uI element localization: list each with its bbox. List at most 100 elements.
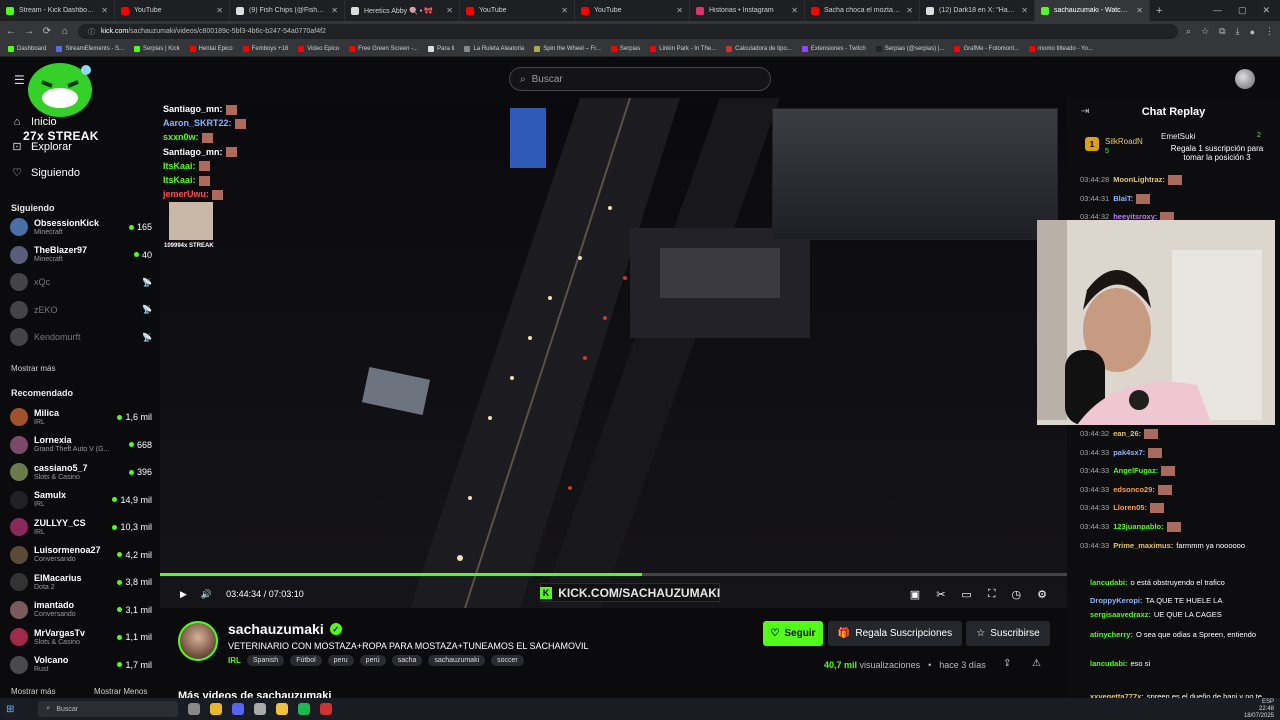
downloads-icon[interactable]: ⤓ bbox=[1236, 26, 1240, 37]
follow-button[interactable]: ♡ Seguir bbox=[763, 621, 823, 646]
bookmark-item[interactable]: momo tilteado - Yo... bbox=[1029, 46, 1093, 52]
bookmark-item[interactable]: Calculadora de tipo... bbox=[726, 46, 792, 52]
browser-tab[interactable]: Heretics Abby 🍭 • 🎀 ✕ bbox=[345, 0, 460, 21]
browser-tab[interactable]: (12) Dark18 en X: "Hace 6 días ✕ bbox=[920, 0, 1035, 21]
browser-tab[interactable]: Historias • Instagram ✕ bbox=[690, 0, 805, 21]
chat-username[interactable]: AngelFugaz: bbox=[1113, 466, 1158, 475]
tab-close-icon[interactable]: ✕ bbox=[101, 6, 108, 15]
chat-username[interactable]: BlaiT: bbox=[1113, 194, 1133, 203]
chat-username[interactable]: Lloren05: bbox=[1113, 503, 1147, 512]
theater-icon[interactable]: ▭ bbox=[961, 588, 971, 601]
bookmark-item[interactable]: GrafMe - Fotomont... bbox=[954, 46, 1019, 52]
browser-tab[interactable]: sachauzumaki - Watch the V ✕ bbox=[1035, 0, 1150, 21]
chrome-icon[interactable] bbox=[210, 703, 223, 715]
recommended-channel[interactable]: Volcano Rust 1,7 mil bbox=[10, 652, 152, 678]
site-info-icon[interactable]: ⓘ bbox=[88, 27, 95, 37]
bookmark-item[interactable]: La Ruleta Aleatoria bbox=[464, 46, 524, 52]
tag-chip[interactable]: Spanish bbox=[246, 655, 285, 666]
tab-close-icon[interactable]: ✕ bbox=[1136, 6, 1143, 15]
tab-close-icon[interactable]: ✕ bbox=[446, 6, 453, 15]
fullscreen-icon[interactable]: ⛶ bbox=[988, 588, 996, 601]
maximize-icon[interactable]: ▢ bbox=[1238, 5, 1247, 16]
recommended-channel[interactable]: Samulx IRL 14,9 mil bbox=[10, 487, 152, 513]
tab-close-icon[interactable]: ✕ bbox=[331, 6, 338, 15]
tab-close-icon[interactable]: ✕ bbox=[676, 6, 683, 15]
chat-username[interactable]: ean_26: bbox=[1113, 429, 1141, 438]
home-icon[interactable]: ⌂ bbox=[60, 26, 70, 37]
recommended-channel[interactable]: MrVargasTv Slots & Casino 1,1 mil bbox=[10, 624, 152, 650]
clip-icon[interactable]: ✂ bbox=[936, 588, 945, 601]
collapse-chat-icon[interactable]: ⇥ bbox=[1081, 106, 1089, 117]
bookmark-item[interactable]: Serpias | Kick bbox=[134, 46, 180, 52]
bookmark-item[interactable]: Video Epico bbox=[298, 46, 339, 52]
recommended-show-more[interactable]: Mostrar más bbox=[11, 687, 55, 696]
bookmark-item[interactable]: Hentai Epico bbox=[189, 46, 233, 52]
chat-username[interactable]: 123juanpablo: bbox=[1113, 522, 1163, 531]
browser-tab[interactable]: (9) Fish Chips (@FishChips ✕ bbox=[230, 0, 345, 21]
file-explorer-icon[interactable] bbox=[276, 703, 289, 715]
bookmark-item[interactable]: Para ti bbox=[428, 46, 454, 52]
report-icon[interactable]: ⚠ bbox=[1032, 658, 1041, 669]
app-icon[interactable] bbox=[254, 703, 267, 715]
bookmark-item[interactable]: Femboys +18 bbox=[242, 46, 288, 52]
chat-username[interactable]: atinycherry: bbox=[1090, 630, 1133, 639]
browser-tab[interactable]: YouTube ✕ bbox=[575, 0, 690, 21]
tag-chip[interactable]: peru bbox=[327, 655, 354, 666]
language-indicator[interactable]: ESP bbox=[1262, 699, 1274, 705]
video-player[interactable]: Santiago_mn: Aaron_SKRT22: sxxn0w: Santiago… bbox=[160, 98, 1067, 608]
category-link[interactable]: IRL bbox=[228, 656, 241, 665]
tag-chip[interactable]: sacha bbox=[391, 655, 423, 666]
bookmark-item[interactable]: Free Green Screen -... bbox=[349, 46, 418, 52]
profile-icon[interactable]: ● bbox=[1250, 27, 1255, 37]
chat-username[interactable]: DroppyKeropi: bbox=[1090, 596, 1143, 605]
search-input[interactable]: ⌕ Buscar bbox=[509, 67, 771, 91]
following-channel[interactable]: Kendomurft 📡 bbox=[10, 324, 152, 350]
browser-tab[interactable]: Sacha choca el moztadamóvil ✕ bbox=[805, 0, 920, 21]
close-window-icon[interactable]: ✕ bbox=[1262, 5, 1270, 16]
bookmark-item[interactable]: Serpias (@serpias) |... bbox=[875, 46, 944, 52]
following-channel[interactable]: ObsessionKick Minecraft 165 bbox=[10, 214, 152, 240]
tab-close-icon[interactable]: ✕ bbox=[1021, 6, 1028, 15]
tag-chip[interactable]: sachauzumaki bbox=[428, 655, 486, 666]
bookmark-item[interactable]: Spin the Wheel – Fr... bbox=[534, 46, 601, 52]
user-avatar[interactable] bbox=[1235, 69, 1255, 89]
recommended-channel[interactable]: ElMacarius Dota 2 3,8 mil bbox=[10, 569, 152, 595]
bookmark-item[interactable]: StreamElements - S... bbox=[56, 46, 124, 52]
channel-name[interactable]: sachauzumaki bbox=[228, 621, 324, 637]
chat-username[interactable]: MoonLightraz: bbox=[1113, 175, 1165, 184]
recommended-channel[interactable]: ZULLYY_CS IRL 10,3 mil bbox=[10, 514, 152, 540]
reload-icon[interactable]: ⟳ bbox=[42, 26, 52, 37]
sidebar-nav-explorar[interactable]: ⊡ Explorar bbox=[12, 140, 72, 154]
chat-username[interactable]: lancudabi: bbox=[1090, 578, 1128, 587]
subscribe-button[interactable]: ☆ Suscribirse bbox=[966, 621, 1050, 646]
bookmark-item[interactable]: Linkin Park - In The... bbox=[650, 46, 716, 52]
recommended-channel[interactable]: Lornexia Grand Theft Auto V (G... 668 bbox=[10, 432, 152, 458]
play-icon[interactable]: ▶ bbox=[180, 589, 187, 600]
tab-close-icon[interactable]: ✕ bbox=[906, 6, 913, 15]
bookmark-item[interactable]: Dashboard bbox=[8, 46, 46, 52]
chat-username[interactable]: lancudabi: bbox=[1090, 659, 1128, 668]
tab-close-icon[interactable]: ✕ bbox=[561, 6, 568, 15]
discord-icon[interactable] bbox=[232, 703, 245, 715]
tag-chip[interactable]: Fútbol bbox=[290, 655, 322, 666]
channel-avatar[interactable] bbox=[178, 621, 218, 661]
bookmark-item[interactable]: Extensiones - Twitch bbox=[801, 46, 866, 52]
tag-chip[interactable]: perú bbox=[359, 655, 386, 666]
browser-tab[interactable]: YouTube ✕ bbox=[115, 0, 230, 21]
browser-tab[interactable]: Stream - Kick Dashboard ✕ bbox=[0, 0, 115, 21]
speed-icon[interactable]: ◷ bbox=[1012, 588, 1022, 601]
volume-icon[interactable]: 🔊 bbox=[201, 589, 212, 600]
browser-tab[interactable]: YouTube ✕ bbox=[460, 0, 575, 21]
tab-close-icon[interactable]: ✕ bbox=[216, 6, 223, 15]
recommended-channel[interactable]: cassiano5_7 Slots & Casino 396 bbox=[10, 459, 152, 485]
recommended-channel[interactable]: Luisormenoa27 Conversando 4,2 mil bbox=[10, 542, 152, 568]
share-icon[interactable]: ⇪ bbox=[1003, 658, 1011, 669]
chat-username[interactable]: Prime_maximus: bbox=[1113, 541, 1173, 550]
forward-icon[interactable]: → bbox=[24, 26, 34, 37]
browser-menu-icon[interactable]: ⋮ bbox=[1265, 26, 1274, 37]
gift-subs-button[interactable]: 🎁 Regala Suscripciones bbox=[828, 621, 962, 646]
chat-username[interactable]: edsonco29: bbox=[1113, 485, 1155, 494]
chat-username[interactable]: sergisaavedraxz: bbox=[1090, 610, 1151, 619]
settings-gear-icon[interactable]: ⚙ bbox=[1037, 588, 1047, 601]
seek-bar[interactable] bbox=[160, 573, 1067, 576]
